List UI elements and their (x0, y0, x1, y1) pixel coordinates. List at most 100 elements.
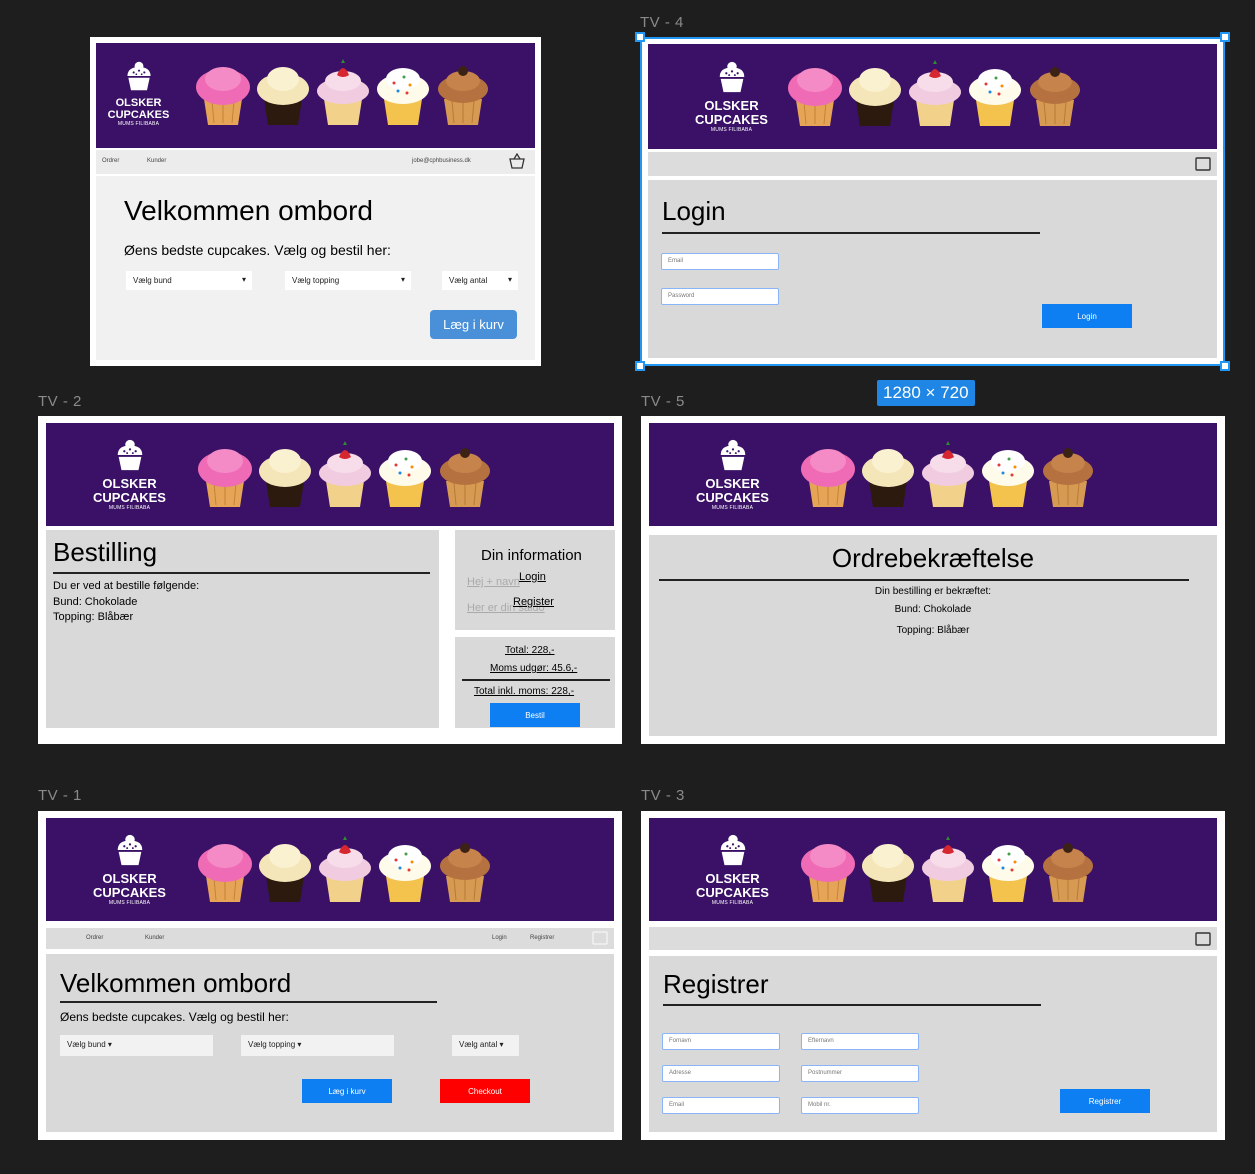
resize-handle-tl[interactable] (635, 32, 645, 42)
cupcake-logo-icon (117, 834, 142, 866)
nav-register[interactable]: Registrer (530, 935, 554, 941)
cupcake-sprinkle-icon (379, 845, 431, 902)
cupcake-pink-icon (197, 448, 253, 508)
page-subtitle: Øens bedste cupcakes. Vælg og bestil her… (60, 1010, 289, 1024)
total-incl-vat-label: Total inkl. moms: 228,- (474, 686, 575, 697)
frame-tv3-register: OLSKER CUPCAKES MUMS FILIBABA Registrer … (641, 811, 1225, 1140)
cupcake-cream-icon (862, 844, 914, 902)
cupcake-berry-icon (319, 441, 371, 507)
cupcake-logo-icon (117, 439, 142, 471)
address-field[interactable]: Adresse (662, 1065, 780, 1082)
order-bund: Bund: Chokolade (53, 596, 138, 608)
greeting-placeholder: Hej + navn (467, 576, 520, 588)
info-title: Din information (481, 547, 582, 564)
login-link[interactable]: Login (519, 571, 546, 583)
dropdown-antal-label: Vælg antal (449, 276, 488, 285)
nav-orders[interactable]: Ordrer (86, 935, 103, 941)
cupcake-sprinkle-icon (377, 68, 429, 125)
brand-line3: MUMS FILIBABA (117, 121, 160, 127)
frame-tv5-confirmation: OLSKER CUPCAKES MUMS FILIBABA Ordrebekræ… (641, 416, 1225, 744)
logo: OLSKER CUPCAKES MUMS FILIBABA (96, 59, 181, 128)
title-underline (663, 1004, 1041, 1006)
dropdown-bund[interactable]: Vælg bund ▾ (126, 271, 252, 290)
frame-label-tv5: TV - 5 (641, 393, 685, 410)
cupcake-sprinkle-icon (982, 450, 1034, 507)
nav-orders[interactable]: Ordrer (102, 158, 119, 164)
phone-field[interactable]: Mobil nr. (801, 1097, 919, 1114)
order-button[interactable]: Bestil (490, 703, 580, 727)
page-title: Registrer (663, 969, 769, 999)
cupcake-logo-icon (720, 834, 745, 866)
add-to-basket-button[interactable]: Læg i kurv (430, 310, 517, 339)
basket-icon[interactable] (1195, 932, 1211, 946)
firstname-field[interactable]: Fornavn (662, 1033, 780, 1050)
resize-handle-bl[interactable] (635, 361, 645, 371)
cupcake-row (196, 834, 494, 904)
cupcake-pink-icon (197, 843, 253, 903)
nav-login[interactable]: Login (492, 935, 507, 941)
banner: OLSKER CUPCAKES MUMS FILIBABA (46, 818, 614, 921)
cupcake-berry-icon (922, 441, 974, 507)
cupcake-row (196, 439, 494, 509)
lastname-field[interactable]: Efternavn (801, 1033, 919, 1050)
brand-line3: MUMS FILIBABA (711, 505, 754, 511)
brand-line2: CUPCAKES (696, 885, 769, 900)
logo: OLSKER CUPCAKES MUMS FILIBABA (82, 437, 177, 512)
dropdown-topping[interactable]: Vælg topping ▾ (285, 271, 411, 290)
brand-line2: CUPCAKES (107, 109, 170, 121)
resize-handle-tr[interactable] (1220, 32, 1230, 42)
dropdown-topping[interactable]: Vælg topping ▾ (241, 1035, 394, 1056)
cupcake-berry-icon (319, 836, 371, 902)
totals-divider (462, 679, 610, 681)
confirmation-text: Din bestilling er bekræftet: (874, 586, 992, 597)
title-underline (60, 1001, 437, 1003)
navbar: Ordrer Kunder Login Registrer (46, 928, 614, 949)
cupcake-caramel-icon (437, 65, 489, 126)
brand-line1: OLSKER (115, 97, 162, 109)
frame-label-tv4: TV - 4 (640, 14, 684, 31)
basket-icon[interactable] (592, 931, 608, 945)
confirmation-bund: Bund: Chokolade (894, 604, 972, 615)
cupcake-berry-icon (317, 59, 369, 125)
nav-customers[interactable]: Kunder (145, 935, 164, 941)
order-topping: Topping: Blåbær (53, 611, 134, 623)
banner: OLSKER CUPCAKES MUMS FILIBABA (649, 423, 1217, 526)
cupcake-cream-icon (862, 449, 914, 507)
cupcake-pink-icon (800, 448, 856, 508)
brand-line3: MUMS FILIBABA (108, 900, 151, 906)
checkout-button[interactable]: Checkout (440, 1079, 530, 1103)
cupcake-row (799, 439, 1097, 509)
postal-code-field[interactable]: Postnummer (801, 1065, 919, 1082)
cupcake-logo-icon (126, 61, 151, 91)
nav-customers[interactable]: Kunder (147, 158, 166, 164)
email-field[interactable]: Email (662, 1097, 780, 1114)
banner: OLSKER CUPCAKES MUMS FILIBABA (96, 43, 535, 148)
logo: OLSKER CUPCAKES MUMS FILIBABA (685, 832, 780, 907)
cupcake-caramel-icon (1042, 842, 1094, 903)
title-underline (53, 572, 430, 574)
nav-user-email[interactable]: jobe@cphbusiness.dk (412, 158, 471, 164)
basket-icon[interactable] (508, 153, 526, 169)
dropdown-antal[interactable]: Vælg antal ▾ (452, 1035, 519, 1056)
cupcake-sprinkle-icon (982, 845, 1034, 902)
cupcake-caramel-icon (1042, 447, 1094, 508)
selection-outline (640, 37, 1225, 366)
add-to-basket-button[interactable]: Læg i kurv (302, 1079, 392, 1103)
brand-line1: OLSKER (102, 476, 157, 491)
cupcake-sprinkle-icon (379, 450, 431, 507)
cupcake-row (194, 57, 492, 127)
cupcake-pink-icon (195, 66, 251, 126)
dropdown-antal[interactable]: Vælg antal ▾ (442, 271, 518, 290)
register-link[interactable]: Register (513, 596, 554, 608)
cupcake-berry-icon (922, 836, 974, 902)
total-label: Total: 228,- (505, 645, 555, 656)
navbar (649, 927, 1217, 950)
navbar: Ordrer Kunder jobe@cphbusiness.dk (96, 150, 535, 174)
caret-down-icon: ▾ (241, 275, 246, 284)
register-button[interactable]: Registrer (1060, 1089, 1150, 1113)
order-intro: Du er ved at bestille følgende: (53, 580, 200, 592)
resize-handle-br[interactable] (1220, 361, 1230, 371)
caret-down-icon: ▾ (507, 275, 512, 284)
dropdown-bund[interactable]: Vælg bund ▾ (60, 1035, 213, 1056)
frame-label-tv3: TV - 3 (641, 787, 685, 804)
